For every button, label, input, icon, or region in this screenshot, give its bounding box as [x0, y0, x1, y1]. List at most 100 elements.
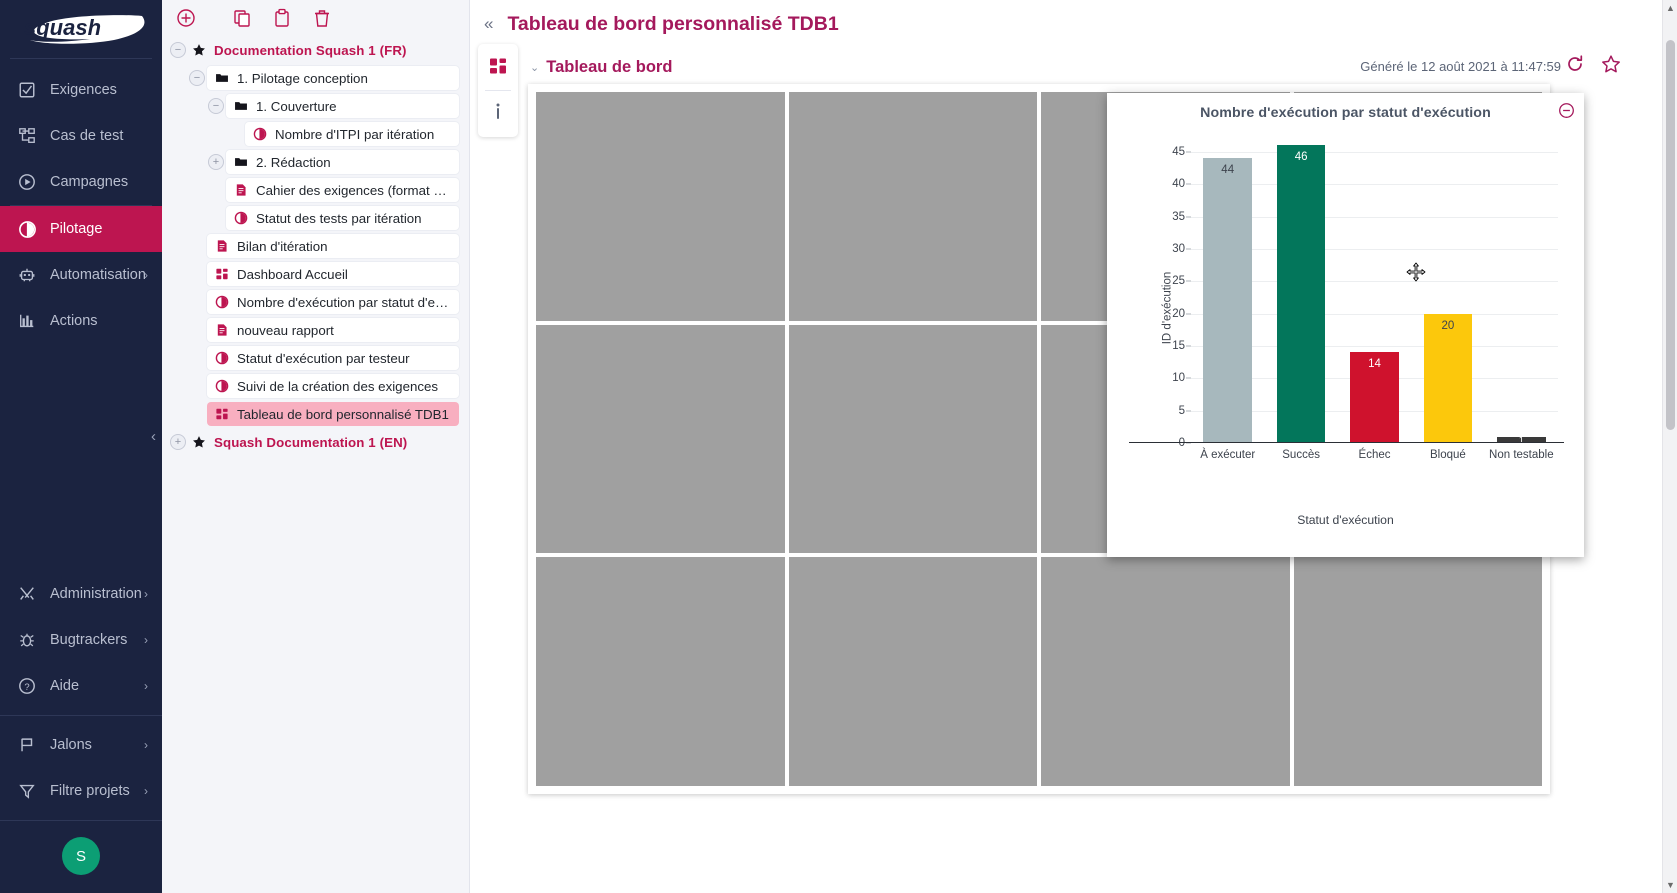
squash-logo[interactable]: squash: [0, 0, 162, 58]
vertical-scrollbar[interactable]: ▲ ▼: [1662, 0, 1677, 893]
chart-bar[interactable]: 14: [1350, 352, 1398, 443]
star-outline-icon[interactable]: [1601, 54, 1621, 74]
tree-row[interactable]: nouveau rapport: [162, 318, 469, 342]
bar-chart-icon: [18, 312, 44, 330]
chart-bar-column[interactable]: 44: [1191, 139, 1264, 443]
grid-cell[interactable]: [1041, 557, 1290, 786]
tree-collapse-toggle[interactable]: −: [189, 70, 205, 86]
chevron-right-icon: ›: [144, 587, 148, 601]
chart-bars: 4446 14 201: [1191, 139, 1558, 443]
tree-collapse-toggle[interactable]: −: [208, 98, 224, 114]
nav-collapse-button[interactable]: ‹: [151, 428, 156, 445]
chart-plot: ID d'exécution 051015202530354045 444614…: [1129, 139, 1564, 477]
scroll-up-button[interactable]: ▲: [1663, 0, 1677, 16]
sidebar-item-campagnes[interactable]: Campagnes: [0, 159, 162, 205]
hierarchy-icon: [18, 127, 44, 145]
info-icon: [488, 101, 508, 126]
minus-circle-icon[interactable]: [1558, 102, 1575, 119]
tree-row[interactable]: Nombre d'ITPI par itération: [162, 122, 469, 146]
rail-divider: [485, 90, 511, 91]
chevron-right-icon: ›: [144, 738, 148, 752]
sidebar-item-cas-de-test[interactable]: Cas de test: [0, 113, 162, 159]
scrollbar-thumb[interactable]: [1666, 40, 1675, 430]
sidebar-item-pilotage[interactable]: Pilotage: [0, 206, 162, 252]
rail-info-button[interactable]: [482, 97, 514, 129]
sidebar-item-actions[interactable]: Actions: [0, 298, 162, 344]
chart-bar-column[interactable]: 46: [1264, 139, 1337, 443]
paste-icon[interactable]: [272, 8, 292, 28]
sidebar-item-administration[interactable]: Administration ›: [0, 571, 162, 617]
chart-bar[interactable]: 44: [1203, 158, 1251, 443]
tree-node[interactable]: Cahier des exigences (format PDF): [226, 178, 459, 202]
grid-cell[interactable]: [1294, 557, 1543, 786]
grid-cell[interactable]: [789, 92, 1038, 321]
tree-row[interactable]: −Documentation Squash 1 (FR): [162, 38, 469, 62]
chart-bar-value-label: 14: [1350, 358, 1398, 370]
folder-icon: [234, 155, 248, 169]
tree-node[interactable]: Statut des tests par itération: [226, 206, 459, 230]
tree-node[interactable]: Bilan d'itération: [207, 234, 459, 258]
nav-divider: [0, 820, 162, 821]
chart-bar[interactable]: 46: [1277, 145, 1325, 443]
chart-bar[interactable]: 20: [1424, 314, 1472, 443]
scroll-down-button[interactable]: ▼: [1663, 877, 1677, 893]
tree-row[interactable]: +Squash Documentation 1 (EN): [162, 430, 469, 454]
chart-y-tick-label: 5: [1179, 405, 1185, 417]
tree-node[interactable]: Nombre d'exécution par statut d'ex...: [207, 290, 459, 314]
tree-row[interactable]: Nombre d'exécution par statut d'ex...: [162, 290, 469, 314]
chart-bar-column[interactable]: 14: [1338, 139, 1411, 443]
panel-collapse-button[interactable]: «: [480, 14, 507, 34]
tree-row[interactable]: Statut d'exécution par testeur: [162, 346, 469, 370]
tree-node-label: Statut d'exécution par testeur: [237, 351, 410, 366]
tree-node[interactable]: Squash Documentation 1 (EN): [188, 430, 459, 454]
chart-circle-icon: [18, 220, 44, 239]
chart-icon: [215, 351, 229, 365]
sidebar-item-jalons[interactable]: Jalons ›: [0, 722, 162, 768]
tree-node[interactable]: Nombre d'ITPI par itération: [245, 122, 459, 146]
tree-collapse-toggle[interactable]: −: [170, 42, 186, 58]
chart-bar-column[interactable]: 20: [1411, 139, 1484, 443]
tree-row[interactable]: Bilan d'itération: [162, 234, 469, 258]
sidebar-item-exigences[interactable]: Exigences: [0, 67, 162, 113]
tree-node[interactable]: 1. Pilotage conception: [207, 66, 459, 90]
sidebar-item-label: Actions: [50, 313, 98, 329]
grid-cell[interactable]: [789, 325, 1038, 554]
grid-cell[interactable]: [536, 92, 785, 321]
copy-icon[interactable]: [232, 8, 252, 28]
grid-cell[interactable]: [536, 325, 785, 554]
sidebar-item-bugtrackers[interactable]: Bugtrackers ›: [0, 617, 162, 663]
rail-dashboard-button[interactable]: [482, 52, 514, 84]
tree-node[interactable]: 2. Rédaction: [226, 150, 459, 174]
tree-row[interactable]: Cahier des exigences (format PDF): [162, 178, 469, 202]
tree-node[interactable]: Suivi de la création des exigences: [207, 374, 459, 398]
tree-node[interactable]: Dashboard Accueil: [207, 262, 459, 286]
tree-row[interactable]: −1. Couverture: [162, 94, 469, 118]
tree-node[interactable]: Documentation Squash 1 (FR): [188, 38, 459, 62]
tree-row[interactable]: Suivi de la création des exigences: [162, 374, 469, 398]
avatar[interactable]: S: [62, 837, 100, 875]
tree-row[interactable]: Statut des tests par itération: [162, 206, 469, 230]
tree-row[interactable]: +2. Rédaction: [162, 150, 469, 174]
tree-panel: −Documentation Squash 1 (FR)−1. Pilotage…: [162, 0, 470, 893]
refresh-icon[interactable]: [1565, 54, 1585, 74]
tree-row[interactable]: Tableau de bord personnalisé TDB1: [162, 402, 469, 426]
tree-row[interactable]: −1. Pilotage conception: [162, 66, 469, 90]
grid-cell[interactable]: [536, 557, 785, 786]
sidebar-item-aide[interactable]: ? Aide ›: [0, 663, 162, 709]
chevron-down-icon[interactable]: ⌄: [530, 61, 539, 74]
chart-y-tick-label: 45: [1172, 146, 1185, 158]
tree-row[interactable]: Dashboard Accueil: [162, 262, 469, 286]
sidebar-item-automatisation[interactable]: Automatisation ›: [0, 252, 162, 298]
tree-node[interactable]: Statut d'exécution par testeur: [207, 346, 459, 370]
tree-node-selected[interactable]: Tableau de bord personnalisé TDB1: [207, 402, 459, 426]
tree-expand-toggle[interactable]: +: [170, 434, 186, 450]
tree-expand-toggle[interactable]: +: [208, 154, 224, 170]
add-circle-icon[interactable]: [176, 8, 196, 28]
tree-node[interactable]: nouveau rapport: [207, 318, 459, 342]
chart-widget[interactable]: Nombre d'exécution par statut d'exécutio…: [1107, 93, 1584, 557]
tree-node[interactable]: 1. Couverture: [226, 94, 459, 118]
sidebar-item-filtre-projets[interactable]: Filtre projets ›: [0, 768, 162, 814]
chart-bar-column[interactable]: 1: [1485, 139, 1558, 443]
delete-icon[interactable]: [312, 8, 332, 28]
grid-cell[interactable]: [789, 557, 1038, 786]
